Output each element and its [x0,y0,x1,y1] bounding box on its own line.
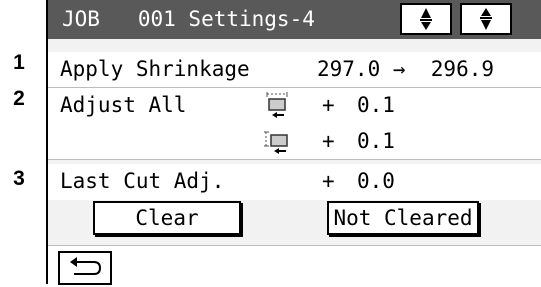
title-bar: JOB 001 Settings-4 [48,0,541,39]
adjust-all-row[interactable]: Adjust All + 0.1 [48,88,541,124]
scroll-up-icon [420,8,432,30]
vertical-feed-adjust-icon [264,131,288,154]
adjust-all-sign-2: + [322,129,335,153]
horizontal-feed-adjust-icon [266,92,288,118]
last-cut-adj-sign: + [322,169,335,193]
adjust-all-label: Adjust All [60,93,187,117]
adjust-all-value-2: 0.1 [357,129,395,153]
back-button[interactable] [58,251,112,285]
clear-button[interactable]: Clear [93,201,241,235]
scroll-down-button[interactable] [460,3,512,35]
adjust-all-value-1: 0.1 [357,93,395,117]
callout-1: 1 [13,51,25,74]
scroll-down-icon [480,8,492,30]
return-icon [70,257,102,275]
callout-2: 2 [13,87,25,110]
scroll-up-button[interactable] [400,3,452,35]
page-title: JOB 001 Settings-4 [62,7,315,31]
not-cleared-button[interactable]: Not Cleared [327,201,479,235]
last-cut-adj-label: Last Cut Adj. [60,169,225,193]
adjust-all-sign-1: + [322,93,335,117]
callout-3: 3 [13,167,25,190]
apply-shrinkage-label: Apply Shrinkage [60,57,250,81]
last-cut-adj-row[interactable]: Last Cut Adj. + 0.0 [48,164,541,200]
apply-shrinkage-value: 297.0 → 296.9 [317,57,495,81]
adjust-all-row-2[interactable]: + 0.1 [48,124,541,160]
bottom-bar [48,245,541,285]
apply-shrinkage-row[interactable]: Apply Shrinkage 297.0 → 296.9 [48,52,541,88]
last-cut-adj-value: 0.0 [357,169,395,193]
settings-panel: JOB 001 Settings-4 Apply Shrinkage 297.0… [46,0,541,285]
